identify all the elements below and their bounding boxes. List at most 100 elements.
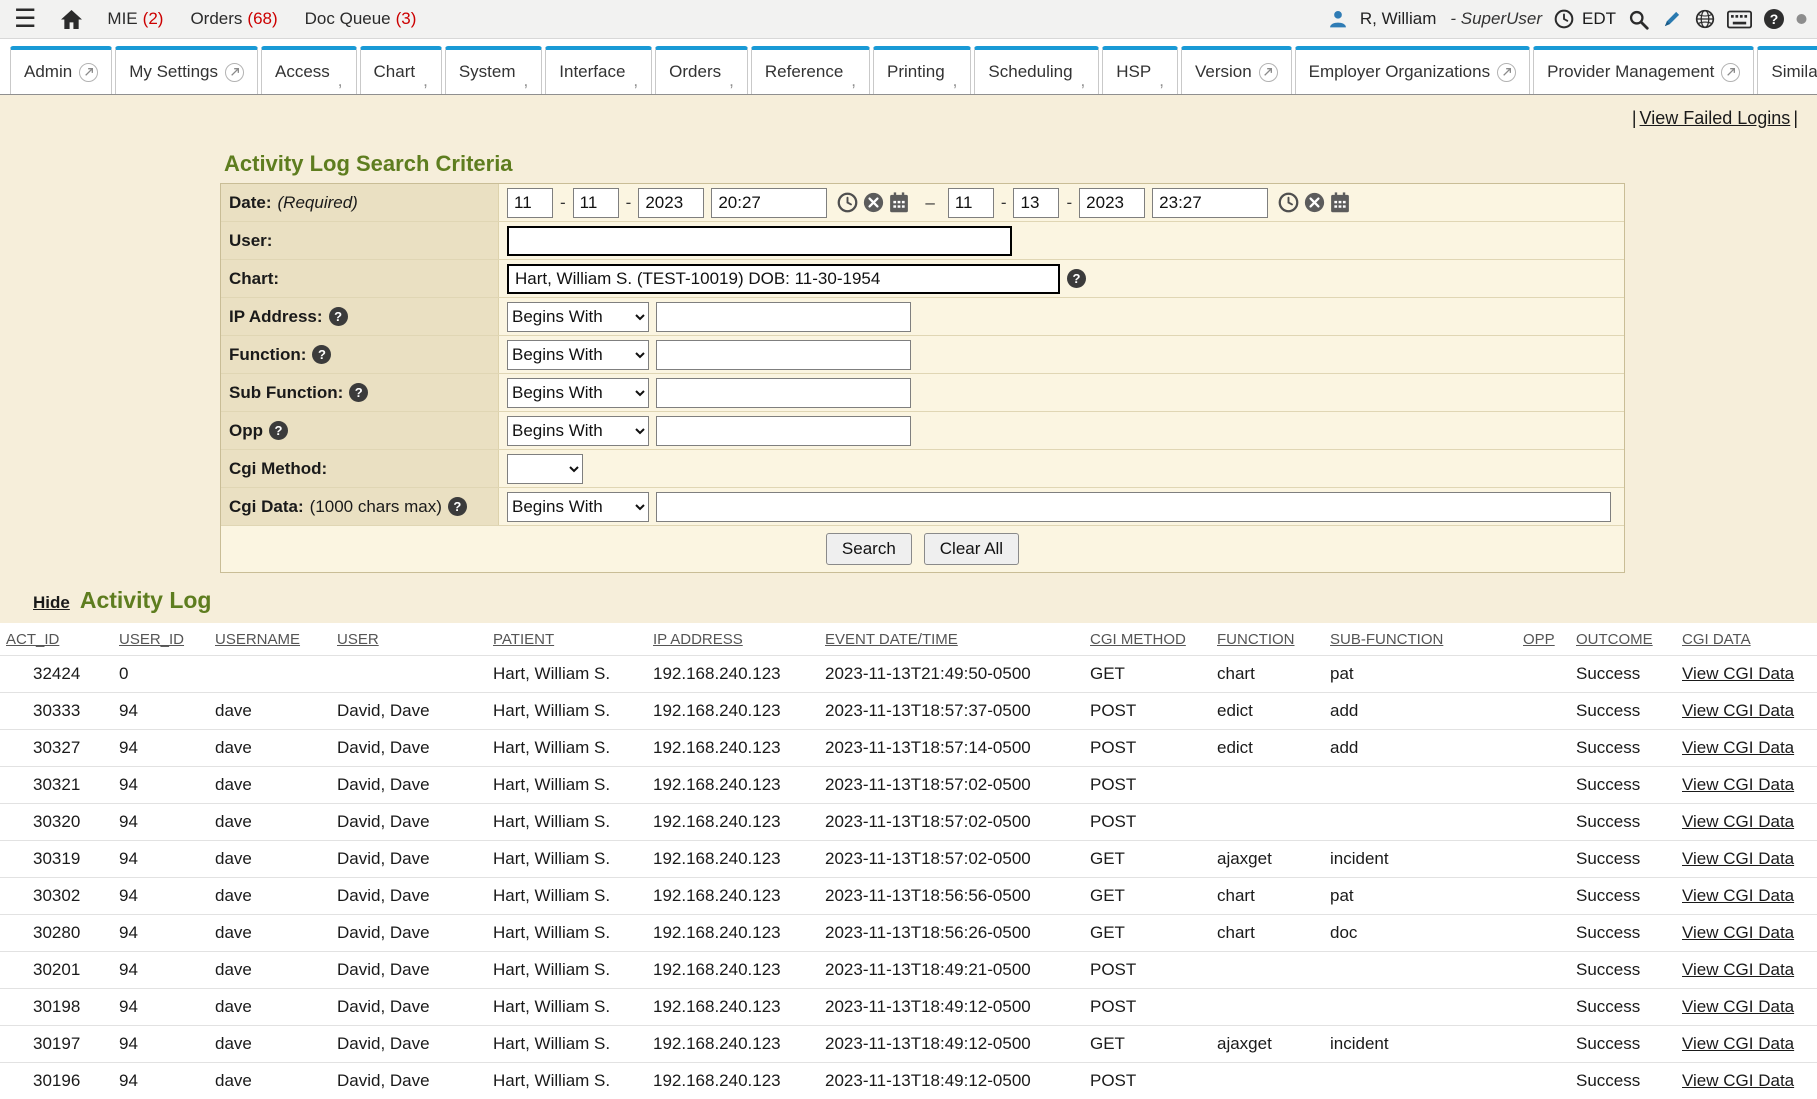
view-cgi-data-link[interactable]: View CGI Data: [1682, 664, 1794, 683]
view-cgi-data-link[interactable]: View CGI Data: [1682, 886, 1794, 905]
ip-address-input[interactable]: [656, 302, 911, 332]
calendar-icon[interactable]: [1330, 192, 1350, 213]
search-button[interactable]: Search: [826, 533, 912, 565]
view-cgi-data-link[interactable]: View CGI Data: [1682, 960, 1794, 979]
sub-function-help-icon[interactable]: ?: [349, 383, 368, 402]
opp-help-icon[interactable]: ?: [269, 421, 288, 440]
date-from-year-input[interactable]: [638, 188, 704, 218]
clear-date-icon[interactable]: [863, 192, 884, 213]
time-picker-icon[interactable]: [837, 192, 858, 213]
view-cgi-data-link[interactable]: View CGI Data: [1682, 701, 1794, 720]
view-failed-logins-link[interactable]: View Failed Logins: [1640, 108, 1791, 128]
globe-icon[interactable]: [1695, 9, 1715, 29]
sub-function-match-select[interactable]: Begins With: [507, 378, 649, 408]
help-icon[interactable]: ?: [1764, 9, 1784, 29]
pen-signature-icon[interactable]: [1661, 9, 1683, 29]
tab[interactable]: System ,: [445, 46, 542, 94]
popout-icon[interactable]: [79, 63, 98, 82]
column-sort-link[interactable]: OUTCOME: [1576, 631, 1653, 648]
keyboard-icon[interactable]: [1727, 10, 1752, 29]
column-sort-link[interactable]: USERNAME: [215, 631, 300, 648]
view-cgi-data-link[interactable]: View CGI Data: [1682, 812, 1794, 831]
column-sort-link[interactable]: USER_ID: [119, 631, 184, 648]
view-cgi-data-link[interactable]: View CGI Data: [1682, 1034, 1794, 1053]
popout-icon[interactable]: [1497, 63, 1516, 82]
column-sort-link[interactable]: FUNCTION: [1217, 631, 1295, 648]
column-sort-link[interactable]: IP ADDRESS: [653, 631, 743, 648]
opp-match-select[interactable]: Begins With: [507, 416, 649, 446]
view-cgi-data-link[interactable]: View CGI Data: [1682, 997, 1794, 1016]
column-sort-link[interactable]: ACT_ID: [6, 631, 59, 648]
column-sort-link[interactable]: OPP: [1523, 631, 1555, 648]
view-cgi-data-link[interactable]: View CGI Data: [1682, 775, 1794, 794]
tab[interactable]: Interface ,: [545, 46, 652, 94]
tab[interactable]: HSP ,: [1102, 46, 1178, 94]
time-to-input[interactable]: [1152, 188, 1268, 218]
hamburger-menu-icon[interactable]: ☰: [14, 7, 36, 32]
search-icon[interactable]: [1628, 9, 1649, 30]
tab[interactable]: Provider Management: [1533, 46, 1754, 94]
tab[interactable]: Reference ,: [751, 46, 870, 94]
date-from-day-input[interactable]: [573, 188, 619, 218]
chart-help-icon[interactable]: ?: [1067, 269, 1086, 288]
date-to-year-input[interactable]: [1079, 188, 1145, 218]
tab-label: Interface: [559, 62, 625, 82]
view-cgi-data-link[interactable]: View CGI Data: [1682, 849, 1794, 868]
tab[interactable]: Version: [1181, 46, 1292, 94]
tab[interactable]: Similar Exposu ,: [1757, 46, 1817, 94]
view-cgi-data-link[interactable]: View CGI Data: [1682, 1071, 1794, 1090]
top-nav-item[interactable]: Doc Queue (3): [305, 9, 417, 29]
popout-icon[interactable]: [1259, 63, 1278, 82]
popout-icon[interactable]: [1721, 63, 1740, 82]
cgi-method-select[interactable]: [507, 454, 583, 484]
cell-user: David, Dave: [331, 693, 487, 730]
function-input[interactable]: [656, 340, 911, 370]
view-cgi-data-link[interactable]: View CGI Data: [1682, 923, 1794, 942]
tab[interactable]: Employer Organizations: [1295, 46, 1530, 94]
function-match-select[interactable]: Begins With: [507, 340, 649, 370]
cgi-data-help-icon[interactable]: ?: [448, 497, 467, 516]
ip-match-select[interactable]: Begins With: [507, 302, 649, 332]
function-help-icon[interactable]: ?: [312, 345, 331, 364]
sub-function-input[interactable]: [656, 378, 911, 408]
column-sort-link[interactable]: SUB-FUNCTION: [1330, 631, 1443, 648]
column-sort-link[interactable]: USER: [337, 631, 379, 648]
view-cgi-data-link[interactable]: View CGI Data: [1682, 738, 1794, 757]
home-icon[interactable]: [60, 9, 83, 30]
time-from-input[interactable]: [711, 188, 827, 218]
clear-all-button[interactable]: Clear All: [924, 533, 1019, 565]
tab[interactable]: Printing ,: [873, 46, 971, 94]
clipped-edge-icon[interactable]: [1796, 8, 1807, 30]
date-from-month-input[interactable]: [507, 188, 553, 218]
column-sort-link[interactable]: CGI METHOD: [1090, 631, 1186, 648]
user-name[interactable]: R, William: [1360, 9, 1437, 29]
cgi-data-input[interactable]: [656, 492, 1611, 522]
column-sort-link[interactable]: EVENT DATE/TIME: [825, 631, 958, 648]
cgi-data-match-select[interactable]: Begins With: [507, 492, 649, 522]
tab[interactable]: Admin: [10, 46, 112, 94]
top-nav-item[interactable]: Orders (68): [190, 9, 277, 29]
tab[interactable]: Chart ,: [360, 46, 442, 94]
cell-cgi-data: View CGI Data: [1676, 656, 1817, 693]
top-nav-item[interactable]: MIE (2): [107, 9, 163, 29]
clock-icon[interactable]: [1554, 9, 1574, 29]
hide-link[interactable]: Hide: [33, 593, 70, 613]
chart-label: Chart:: [221, 260, 499, 297]
ip-help-icon[interactable]: ?: [329, 307, 348, 326]
column-sort-link[interactable]: CGI DATA: [1682, 631, 1751, 648]
column-sort-link[interactable]: PATIENT: [493, 631, 554, 648]
calendar-icon[interactable]: [889, 192, 909, 213]
clear-date-icon[interactable]: [1304, 192, 1325, 213]
date-to-day-input[interactable]: [1013, 188, 1059, 218]
chart-input[interactable]: [507, 264, 1060, 294]
user-input[interactable]: [507, 226, 1012, 256]
tab[interactable]: Orders ,: [655, 46, 748, 94]
date-to-month-input[interactable]: [948, 188, 994, 218]
opp-input[interactable]: [656, 416, 911, 446]
tab[interactable]: My Settings: [115, 46, 258, 94]
tab[interactable]: Access ,: [261, 46, 357, 94]
time-picker-icon[interactable]: [1278, 192, 1299, 213]
popout-icon[interactable]: [225, 63, 244, 82]
tab[interactable]: Scheduling ,: [974, 46, 1099, 94]
cell-act-id: 30321: [0, 767, 113, 804]
